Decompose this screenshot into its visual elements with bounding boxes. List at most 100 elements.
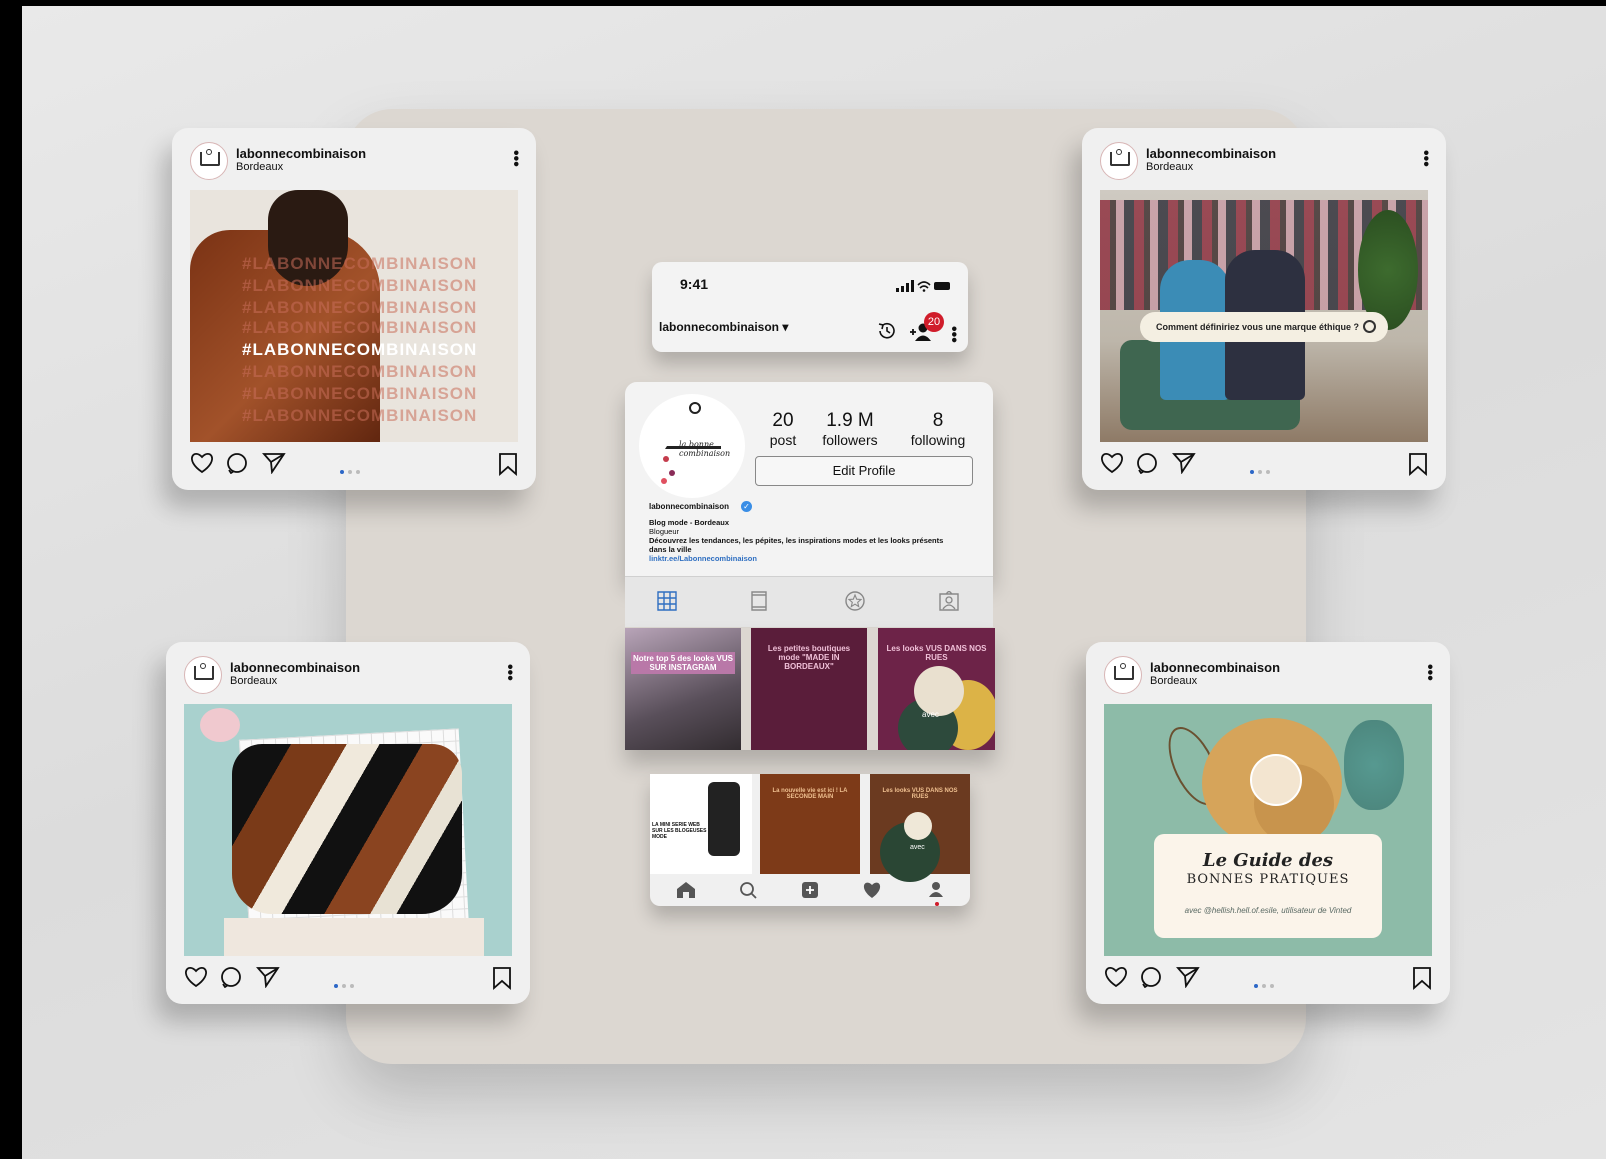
bio-category: Blogueur bbox=[649, 527, 680, 536]
heart-icon[interactable] bbox=[190, 452, 214, 474]
heart-icon[interactable] bbox=[862, 881, 882, 899]
comment-icon[interactable] bbox=[226, 452, 248, 474]
phone-header: 9:41 labonnecombinaison ▾ 20 ••• bbox=[652, 262, 968, 352]
grid-post[interactable]: LA MINI SERIE WEB SUR LES BLOGEUSES MODE bbox=[650, 774, 752, 874]
share-icon[interactable] bbox=[256, 966, 280, 988]
more-options-icon[interactable]: ••• bbox=[501, 664, 518, 681]
mockup-background: labonnecombinaison Bordeaux ••• #LABONNE… bbox=[22, 6, 1606, 1159]
status-icons bbox=[896, 280, 950, 292]
profile-bio: Blog mode - Bordeaux Blogueur Découvrez … bbox=[649, 518, 949, 563]
reels-icon[interactable] bbox=[749, 591, 769, 611]
account-switcher[interactable]: labonnecombinaison ▾ bbox=[659, 320, 788, 334]
guide-card: Le Guide des BONNES PRATIQUES avec @hell… bbox=[1154, 834, 1382, 938]
star-icon[interactable] bbox=[845, 591, 865, 611]
bottom-navigation bbox=[650, 874, 970, 906]
bio-text: Découvrez les tendances, les pépites, le… bbox=[649, 536, 944, 554]
menu-icon[interactable]: ••• bbox=[945, 326, 962, 343]
share-icon[interactable] bbox=[1172, 452, 1196, 474]
tagged-icon[interactable] bbox=[939, 591, 959, 611]
comment-icon[interactable] bbox=[1140, 966, 1162, 988]
post-actions bbox=[1098, 450, 1430, 478]
guide-title: Le Guide des bbox=[1202, 850, 1334, 871]
post-header: labonnecombinaison Bordeaux ••• bbox=[1104, 656, 1438, 696]
post-location[interactable]: Bordeaux bbox=[1146, 161, 1193, 173]
post-location[interactable]: Bordeaux bbox=[236, 161, 283, 173]
verified-icon: ✓ bbox=[741, 501, 752, 512]
profile-avatar[interactable]: la bonne combinaison bbox=[639, 394, 745, 498]
profile-username: labonnecombinaison bbox=[649, 502, 730, 511]
grid-icon[interactable] bbox=[657, 591, 677, 611]
post-username[interactable]: labonnecombinaison bbox=[230, 660, 360, 675]
search-icon[interactable] bbox=[738, 881, 758, 899]
post-card-4: labonnecombinaison Bordeaux ••• Le Guide… bbox=[1086, 642, 1450, 1004]
heart-icon[interactable] bbox=[1104, 966, 1128, 988]
notification-badge: 20 bbox=[924, 312, 944, 332]
more-options-icon[interactable]: ••• bbox=[1421, 664, 1438, 681]
post-image[interactable]: #LABONNECOMBINAISON #LABONNECOMBINAISON … bbox=[190, 190, 518, 442]
carousel-indicator bbox=[334, 975, 358, 993]
share-icon[interactable] bbox=[262, 452, 286, 474]
more-options-icon[interactable]: ••• bbox=[507, 150, 524, 167]
status-time: 9:41 bbox=[680, 276, 709, 292]
stat-posts[interactable]: 20 post bbox=[763, 410, 803, 448]
post-actions bbox=[182, 964, 514, 992]
post-location[interactable]: Bordeaux bbox=[230, 675, 277, 687]
post-header: labonnecombinaison Bordeaux ••• bbox=[1100, 142, 1434, 182]
bookmark-icon[interactable] bbox=[1412, 966, 1432, 990]
post-actions bbox=[1102, 964, 1434, 992]
bookmark-icon[interactable] bbox=[1408, 452, 1428, 476]
post-username[interactable]: labonnecombinaison bbox=[1146, 146, 1276, 161]
post-card-2: labonnecombinaison Bordeaux ••• Comment … bbox=[1082, 128, 1446, 490]
stat-following[interactable]: 8 following bbox=[903, 410, 973, 448]
bio-title: Blog mode - Bordeaux bbox=[649, 518, 730, 527]
post-grid-row-2: LA MINI SERIE WEB SUR LES BLOGEUSES MODE… bbox=[650, 774, 970, 906]
post-actions bbox=[188, 450, 520, 478]
carousel-indicator bbox=[340, 461, 364, 479]
comment-icon[interactable] bbox=[220, 966, 242, 988]
avatar[interactable] bbox=[1104, 656, 1142, 694]
post-location[interactable]: Bordeaux bbox=[1150, 675, 1197, 687]
edit-profile-button[interactable]: Edit Profile bbox=[755, 456, 973, 486]
search-prompt: Comment définiriez vous une marque éthiq… bbox=[1140, 312, 1388, 342]
hashtag-text: #LABONNECOMBINAISON bbox=[242, 340, 478, 359]
avatar[interactable] bbox=[184, 656, 222, 694]
grid-post[interactable]: Notre top 5 des looks VUS SUR INSTAGRAM bbox=[625, 628, 741, 750]
post-image[interactable]: Comment définiriez vous une marque éthiq… bbox=[1100, 190, 1428, 442]
bookmark-icon[interactable] bbox=[492, 966, 512, 990]
logo-text: la bonne combinaison bbox=[679, 440, 731, 458]
avatar[interactable] bbox=[1100, 142, 1138, 180]
heart-icon[interactable] bbox=[1100, 452, 1124, 474]
avatar[interactable] bbox=[190, 142, 228, 180]
bookmark-icon[interactable] bbox=[498, 452, 518, 476]
comment-icon[interactable] bbox=[1136, 452, 1158, 474]
heart-icon[interactable] bbox=[184, 966, 208, 988]
home-icon[interactable] bbox=[676, 881, 696, 899]
post-card-3: labonnecombinaison Bordeaux ••• bbox=[166, 642, 530, 1004]
active-indicator bbox=[935, 902, 939, 906]
guide-caption: avec @hellish.hell.of.esile, utilisateur… bbox=[1184, 906, 1352, 915]
post-card-1: labonnecombinaison Bordeaux ••• #LABONNE… bbox=[172, 128, 536, 490]
more-options-icon[interactable]: ••• bbox=[1417, 150, 1434, 167]
activity-history-icon[interactable] bbox=[876, 320, 898, 342]
stat-followers[interactable]: 1.9 Mfollowers bbox=[815, 410, 885, 448]
post-image[interactable] bbox=[184, 704, 512, 956]
grid-post[interactable]: Les looks VUS DANS NOS RUES avec bbox=[870, 774, 970, 882]
carousel-indicator bbox=[1254, 975, 1278, 993]
share-icon[interactable] bbox=[1176, 966, 1200, 988]
grid-post[interactable]: Les petites boutiques mode "MADE IN BORD… bbox=[751, 628, 867, 750]
profile-icon[interactable] bbox=[926, 881, 946, 899]
profile-tabs bbox=[625, 576, 993, 627]
handbag-image bbox=[232, 744, 462, 914]
bio-link[interactable]: linktr.ee/Labonnecombinaison bbox=[649, 554, 949, 563]
grid-post[interactable]: La nouvelle vie est ici ! LA SECONDE MAI… bbox=[760, 774, 860, 874]
new-post-icon[interactable] bbox=[800, 881, 820, 899]
post-image[interactable]: Le Guide des BONNES PRATIQUES avec @hell… bbox=[1104, 704, 1432, 956]
search-icon bbox=[1363, 320, 1376, 333]
post-grid-row-1: Notre top 5 des looks VUS SUR INSTAGRAM … bbox=[625, 628, 995, 750]
carousel-indicator bbox=[1250, 461, 1274, 479]
post-username[interactable]: labonnecombinaison bbox=[1150, 660, 1280, 675]
grid-post[interactable]: Les looks VUS DANS NOS RUES avec bbox=[878, 628, 995, 750]
post-username[interactable]: labonnecombinaison bbox=[236, 146, 366, 161]
post-header: labonnecombinaison Bordeaux ••• bbox=[190, 142, 524, 182]
guide-subtitle: BONNES PRATIQUES bbox=[1186, 872, 1350, 887]
